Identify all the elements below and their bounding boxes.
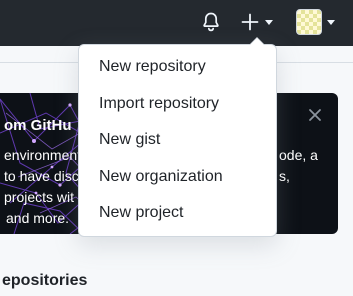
banner-text-right: ode, a s, — [279, 145, 318, 187]
notifications-button[interactable] — [199, 10, 223, 34]
banner-text-line: projects wit — [4, 189, 75, 205]
create-new-button[interactable] — [240, 10, 273, 34]
repositories-heading: epositories — [2, 272, 88, 289]
banner-text-line: to have disc — [4, 168, 79, 184]
banner-text-line: ode, a — [279, 147, 318, 163]
banner-text-line: and more. — [6, 210, 70, 226]
menu-item-new-project[interactable]: New project — [79, 195, 276, 232]
create-new-menu: New repository Import repository New gis… — [78, 37, 277, 237]
plus-icon — [241, 13, 259, 31]
bell-icon — [203, 12, 219, 32]
banner-close-button[interactable] — [306, 106, 324, 124]
chevron-down-icon — [327, 19, 335, 25]
github-dashboard: om GitHu environment to have disc projec… — [0, 0, 353, 296]
menu-item-new-repository[interactable]: New repository — [79, 49, 276, 86]
close-icon — [309, 109, 321, 121]
menu-item-new-organization[interactable]: New organization — [79, 159, 276, 196]
menu-item-new-gist[interactable]: New gist — [79, 122, 276, 159]
global-header — [0, 0, 353, 46]
user-menu-button[interactable] — [296, 9, 335, 35]
menu-item-import-repository[interactable]: Import repository — [79, 86, 276, 123]
banner-text-line: s, — [279, 168, 290, 184]
banner-title: om GitHu — [4, 117, 72, 134]
banner-text-left: environment to have disc projects wit an… — [4, 145, 81, 229]
avatar — [296, 9, 322, 35]
banner-text-line: environment — [4, 147, 82, 163]
chevron-down-icon — [265, 19, 273, 25]
